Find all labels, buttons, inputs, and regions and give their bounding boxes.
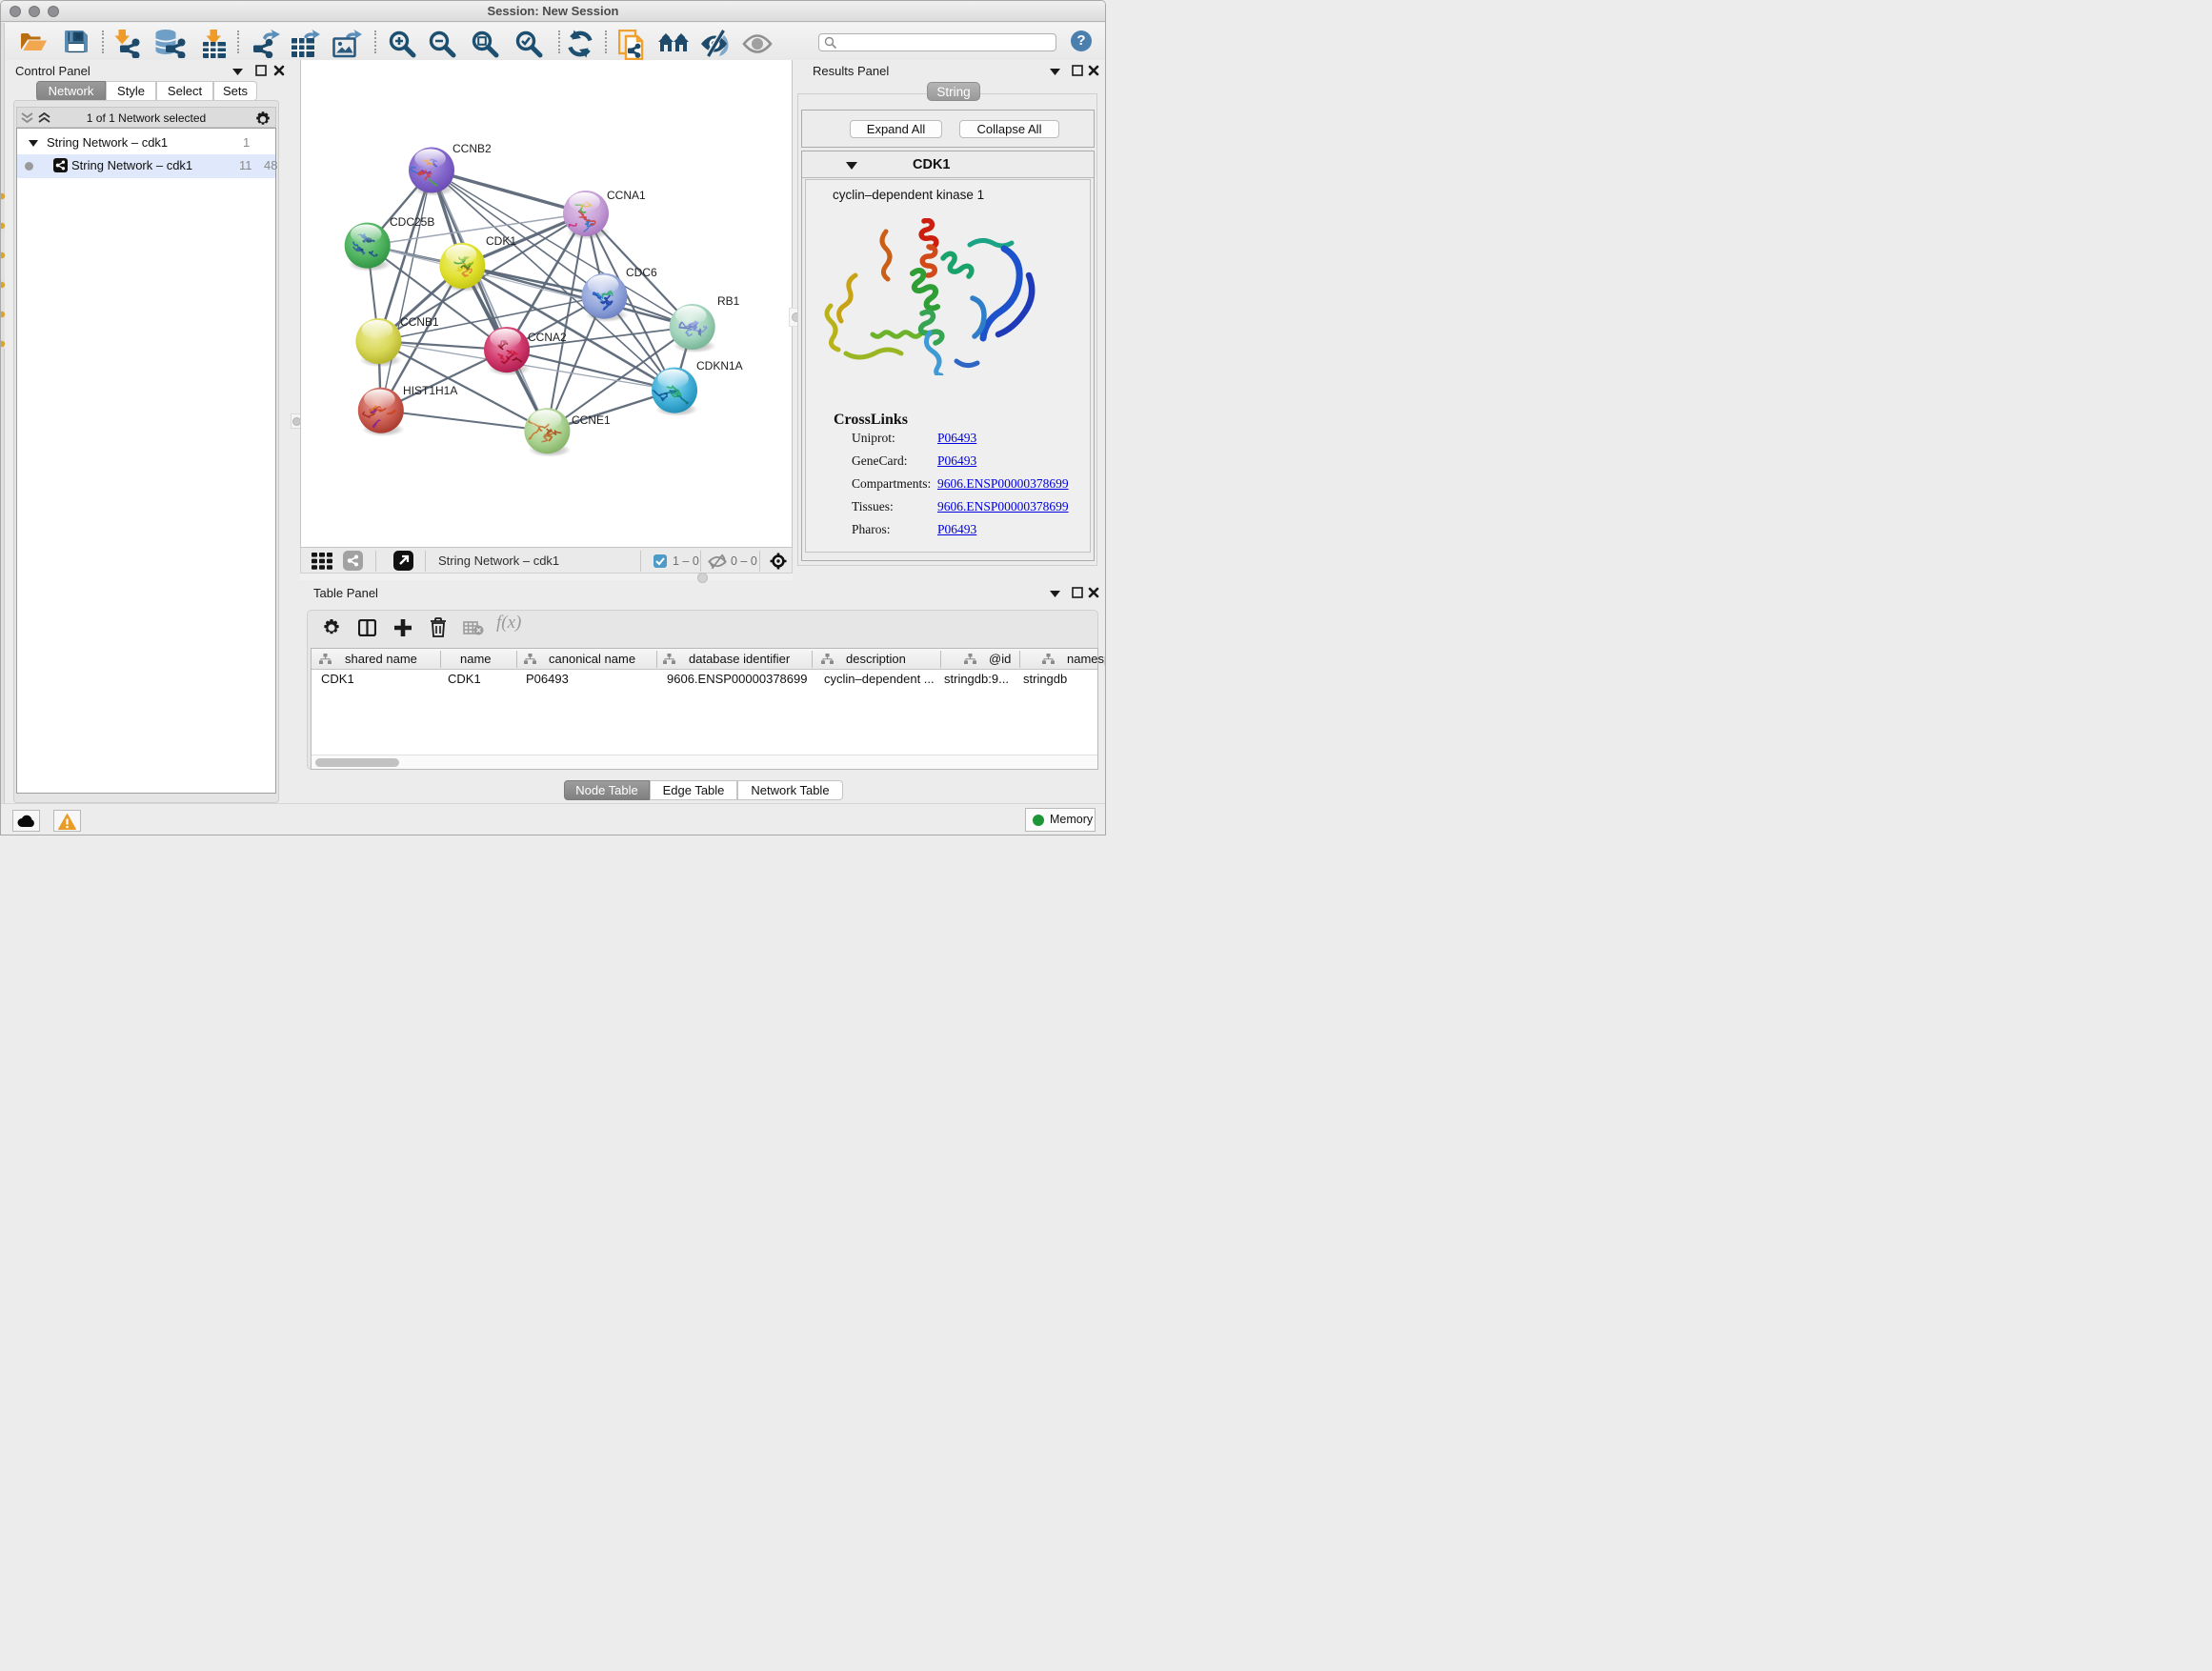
svg-text:CDKN1A: CDKN1A xyxy=(696,359,743,372)
svg-text:HIST1H1A: HIST1H1A xyxy=(403,384,457,397)
svg-text:CCNB1: CCNB1 xyxy=(400,315,439,329)
svg-text:CCNE1: CCNE1 xyxy=(572,413,611,427)
svg-text:CCNB2: CCNB2 xyxy=(452,142,492,155)
svg-text:CDC6: CDC6 xyxy=(626,266,657,279)
svg-text:CCNA1: CCNA1 xyxy=(607,189,646,202)
svg-text:CCNA2: CCNA2 xyxy=(528,331,567,344)
svg-text:CDK1: CDK1 xyxy=(486,234,516,248)
svg-text:RB1: RB1 xyxy=(717,294,740,308)
svg-text:CDC25B: CDC25B xyxy=(390,215,434,229)
